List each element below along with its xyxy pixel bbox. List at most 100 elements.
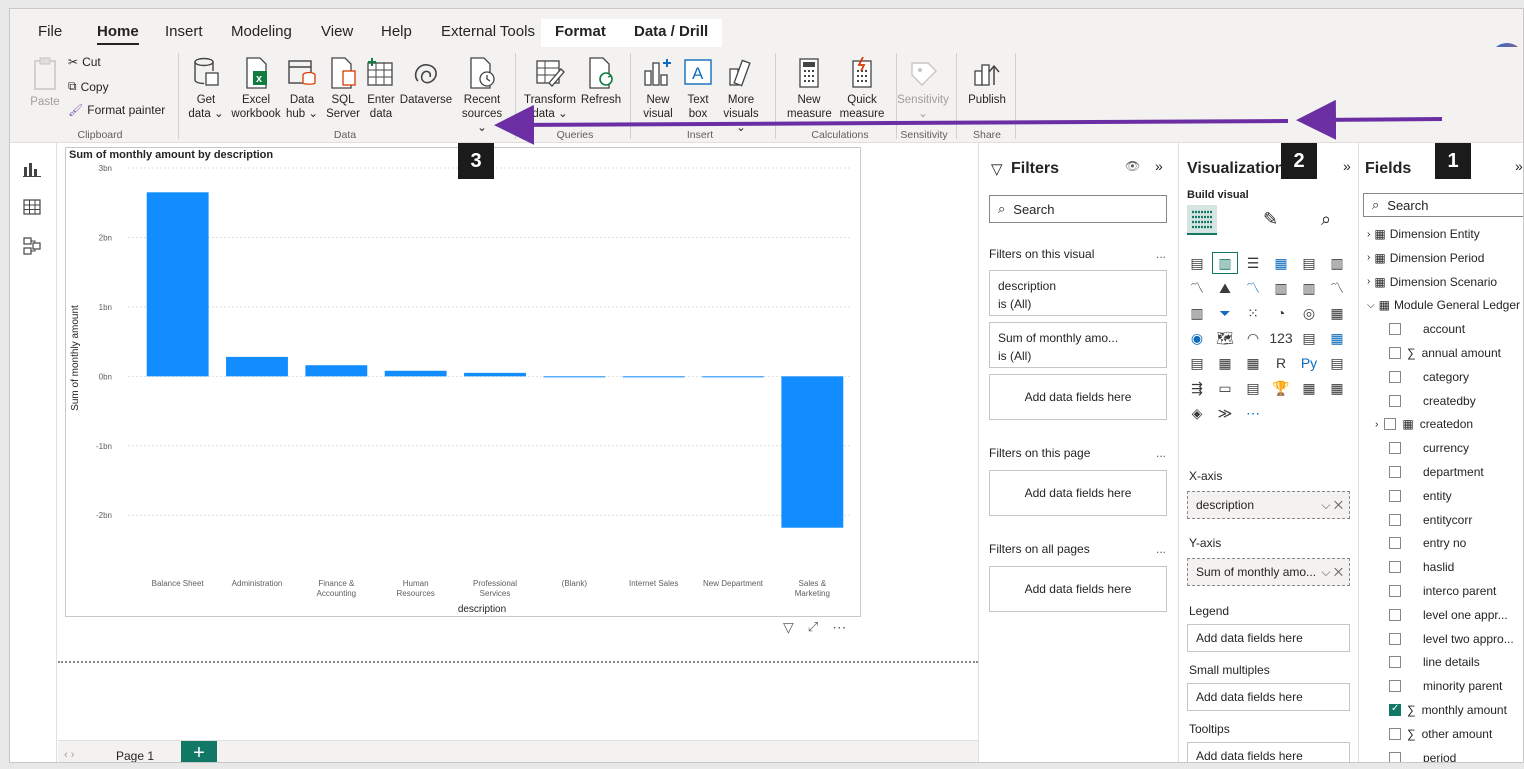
field-item[interactable]: currency — [1389, 437, 1469, 459]
paste-button[interactable]: Paste — [30, 57, 60, 109]
visual-type-icon[interactable]: ≫ — [1213, 403, 1237, 423]
small-multiples-well[interactable]: Add data fields here — [1187, 683, 1350, 711]
refresh-button[interactable]: Refresh — [577, 57, 625, 107]
visual-type-icon[interactable]: ◔ — [1269, 303, 1293, 323]
format-painter-button[interactable]: 🖌 Format painter — [68, 103, 165, 117]
filter-icon[interactable]: ▽ — [783, 619, 794, 636]
filter-card-monthly-amount[interactable]: Sum of monthly amo... is (All) — [989, 322, 1167, 368]
filters-all-more[interactable]: ... — [1156, 542, 1166, 556]
visual-type-icon[interactable]: 〽 — [1241, 278, 1265, 298]
page-tab-1[interactable]: Page 1 — [116, 749, 154, 762]
page-nav-arrows[interactable]: ‹ › — [64, 749, 74, 761]
get-data-button[interactable]: Get data ⌄ — [186, 57, 226, 121]
new-measure-button[interactable]: New measure — [787, 57, 832, 121]
publish-button[interactable]: Publish — [964, 57, 1010, 107]
table-node[interactable]: › ▦ Dimension Scenario — [1367, 271, 1497, 293]
field-checkbox[interactable] — [1389, 585, 1401, 597]
text-box-button[interactable]: A Text box — [680, 57, 716, 121]
field-checkbox[interactable] — [1389, 513, 1401, 526]
visual-type-icon[interactable]: ◎ — [1297, 303, 1321, 323]
visual-type-icon[interactable]: Py — [1297, 353, 1321, 373]
field-checkbox[interactable] — [1389, 656, 1401, 669]
more-options-icon[interactable]: ⋯ — [832, 619, 846, 636]
chevron-down-icon[interactable]: ⌵ — [1367, 300, 1375, 311]
filters-all-pages-dropzone[interactable]: Add data fields here — [989, 566, 1167, 612]
cut-button[interactable]: ✂ Cut — [68, 55, 101, 69]
visual-type-icon[interactable]: ▥ — [1297, 278, 1321, 298]
more-visuals-button[interactable]: More visuals ⌄ — [718, 57, 764, 135]
new-visual-button[interactable]: New visual — [640, 57, 676, 121]
excel-workbook-button[interactable]: x Excel workbook — [230, 57, 282, 121]
field-checkbox[interactable] — [1389, 370, 1401, 383]
visual-type-icon[interactable]: ▦ — [1269, 253, 1293, 273]
sensitivity-button[interactable]: Sensitivity ⌄ — [896, 57, 950, 121]
filters-search-input[interactable]: ⌕ Search — [989, 195, 1167, 223]
field-checkbox[interactable] — [1384, 418, 1397, 431]
visual-type-icon[interactable]: ☰ — [1241, 253, 1265, 273]
chevron-right-icon[interactable]: › — [1367, 276, 1370, 287]
visual-type-icon[interactable]: ▤ — [1241, 378, 1265, 398]
field-checkbox[interactable] — [1389, 323, 1401, 336]
collapse-viz-icon[interactable]: » — [1343, 158, 1351, 174]
table-node[interactable]: ⌵ ▦ Module General Ledger — [1367, 294, 1520, 316]
tab-data-drill[interactable]: Data / Drill — [620, 19, 723, 47]
field-checkbox[interactable] — [1389, 632, 1401, 645]
filters-page-more[interactable]: ... — [1156, 446, 1166, 460]
focus-mode-icon[interactable]: ⤢ — [808, 619, 818, 636]
visual-type-icon[interactable]: 〽 — [1185, 278, 1209, 298]
table-view-icon[interactable] — [23, 199, 41, 215]
field-item[interactable]: createdby — [1389, 390, 1476, 412]
eye-icon[interactable]: 👁 — [1125, 159, 1140, 173]
field-checkbox[interactable] — [1389, 608, 1401, 621]
visual-type-icon[interactable]: 🏆 — [1269, 378, 1293, 398]
field-item[interactable]: level two appro... — [1389, 628, 1514, 650]
field-item[interactable]: minority parent — [1389, 675, 1502, 697]
field-item[interactable]: department — [1389, 461, 1484, 483]
chevron-right-icon[interactable]: › — [1367, 252, 1370, 263]
visual-type-icon[interactable]: ▭ — [1213, 378, 1237, 398]
visual-type-icon[interactable]: ⁙ — [1241, 303, 1265, 323]
tab-format[interactable]: Format — [541, 19, 620, 47]
format-visual-tab-icon[interactable]: ✎ — [1263, 209, 1278, 230]
filters-visual-more[interactable]: ... — [1156, 247, 1166, 261]
visual-type-icon[interactable]: 123 — [1269, 328, 1293, 348]
add-page-button[interactable]: + — [181, 741, 217, 762]
visual-type-icon[interactable]: ◠ — [1241, 328, 1265, 348]
enter-data-button[interactable]: Enter data — [363, 57, 399, 121]
transform-data-button[interactable]: Transform data ⌄ — [522, 57, 578, 121]
table-node[interactable]: › ▦ Dimension Entity — [1367, 223, 1480, 245]
filters-visual-dropzone[interactable]: Add data fields here — [989, 374, 1167, 420]
field-checkbox[interactable] — [1389, 466, 1401, 478]
tab-home[interactable]: Home — [97, 23, 139, 45]
visual-type-icon[interactable]: ▦ — [1325, 303, 1349, 323]
collapse-filters-icon[interactable]: » — [1155, 158, 1163, 174]
field-checkbox[interactable] — [1389, 489, 1401, 502]
filter-card-description[interactable]: description is (All) — [989, 270, 1167, 316]
visual-type-icon[interactable]: ⇶ — [1185, 378, 1209, 398]
visual-type-icon[interactable]: ▥ — [1185, 303, 1209, 323]
visual-type-icon[interactable]: 〽 — [1325, 278, 1349, 298]
visual-type-icon[interactable]: ▤ — [1325, 353, 1349, 373]
field-checkbox[interactable] — [1389, 537, 1401, 550]
legend-well[interactable]: Add data fields here — [1187, 624, 1350, 652]
visual-type-icon[interactable]: ▥ — [1269, 278, 1293, 298]
collapse-fields-icon[interactable]: » — [1515, 158, 1523, 174]
dataverse-button[interactable]: Dataverse — [398, 57, 454, 107]
field-item[interactable]: category — [1389, 366, 1469, 388]
visual-type-icon[interactable]: ▦ — [1213, 353, 1237, 373]
sql-server-button[interactable]: SQL Server — [323, 57, 363, 121]
data-hub-button[interactable]: Data hub ⌄ — [283, 57, 321, 121]
tab-external-tools[interactable]: External Tools — [441, 23, 535, 40]
remove-field-icon[interactable]: ⌵ ✕ — [1321, 559, 1343, 585]
field-item[interactable]: ∑ other amount — [1389, 723, 1492, 745]
visual-type-icon[interactable]: ⋯ — [1241, 403, 1265, 423]
visual-type-icon[interactable]: ▤ — [1185, 253, 1209, 273]
field-item[interactable]: period — [1389, 747, 1456, 762]
visual-type-icon[interactable]: ▤ — [1185, 353, 1209, 373]
tab-insert[interactable]: Insert — [165, 23, 203, 40]
y-axis-well[interactable]: Sum of monthly amo... ⌵ ✕ — [1187, 558, 1350, 586]
field-checkbox[interactable] — [1389, 680, 1401, 693]
table-node[interactable]: › ▦ Dimension Period — [1367, 247, 1484, 269]
visual-type-icon[interactable]: ⛰ — [1213, 278, 1237, 298]
visual-type-icon[interactable]: ▦ — [1241, 353, 1265, 373]
